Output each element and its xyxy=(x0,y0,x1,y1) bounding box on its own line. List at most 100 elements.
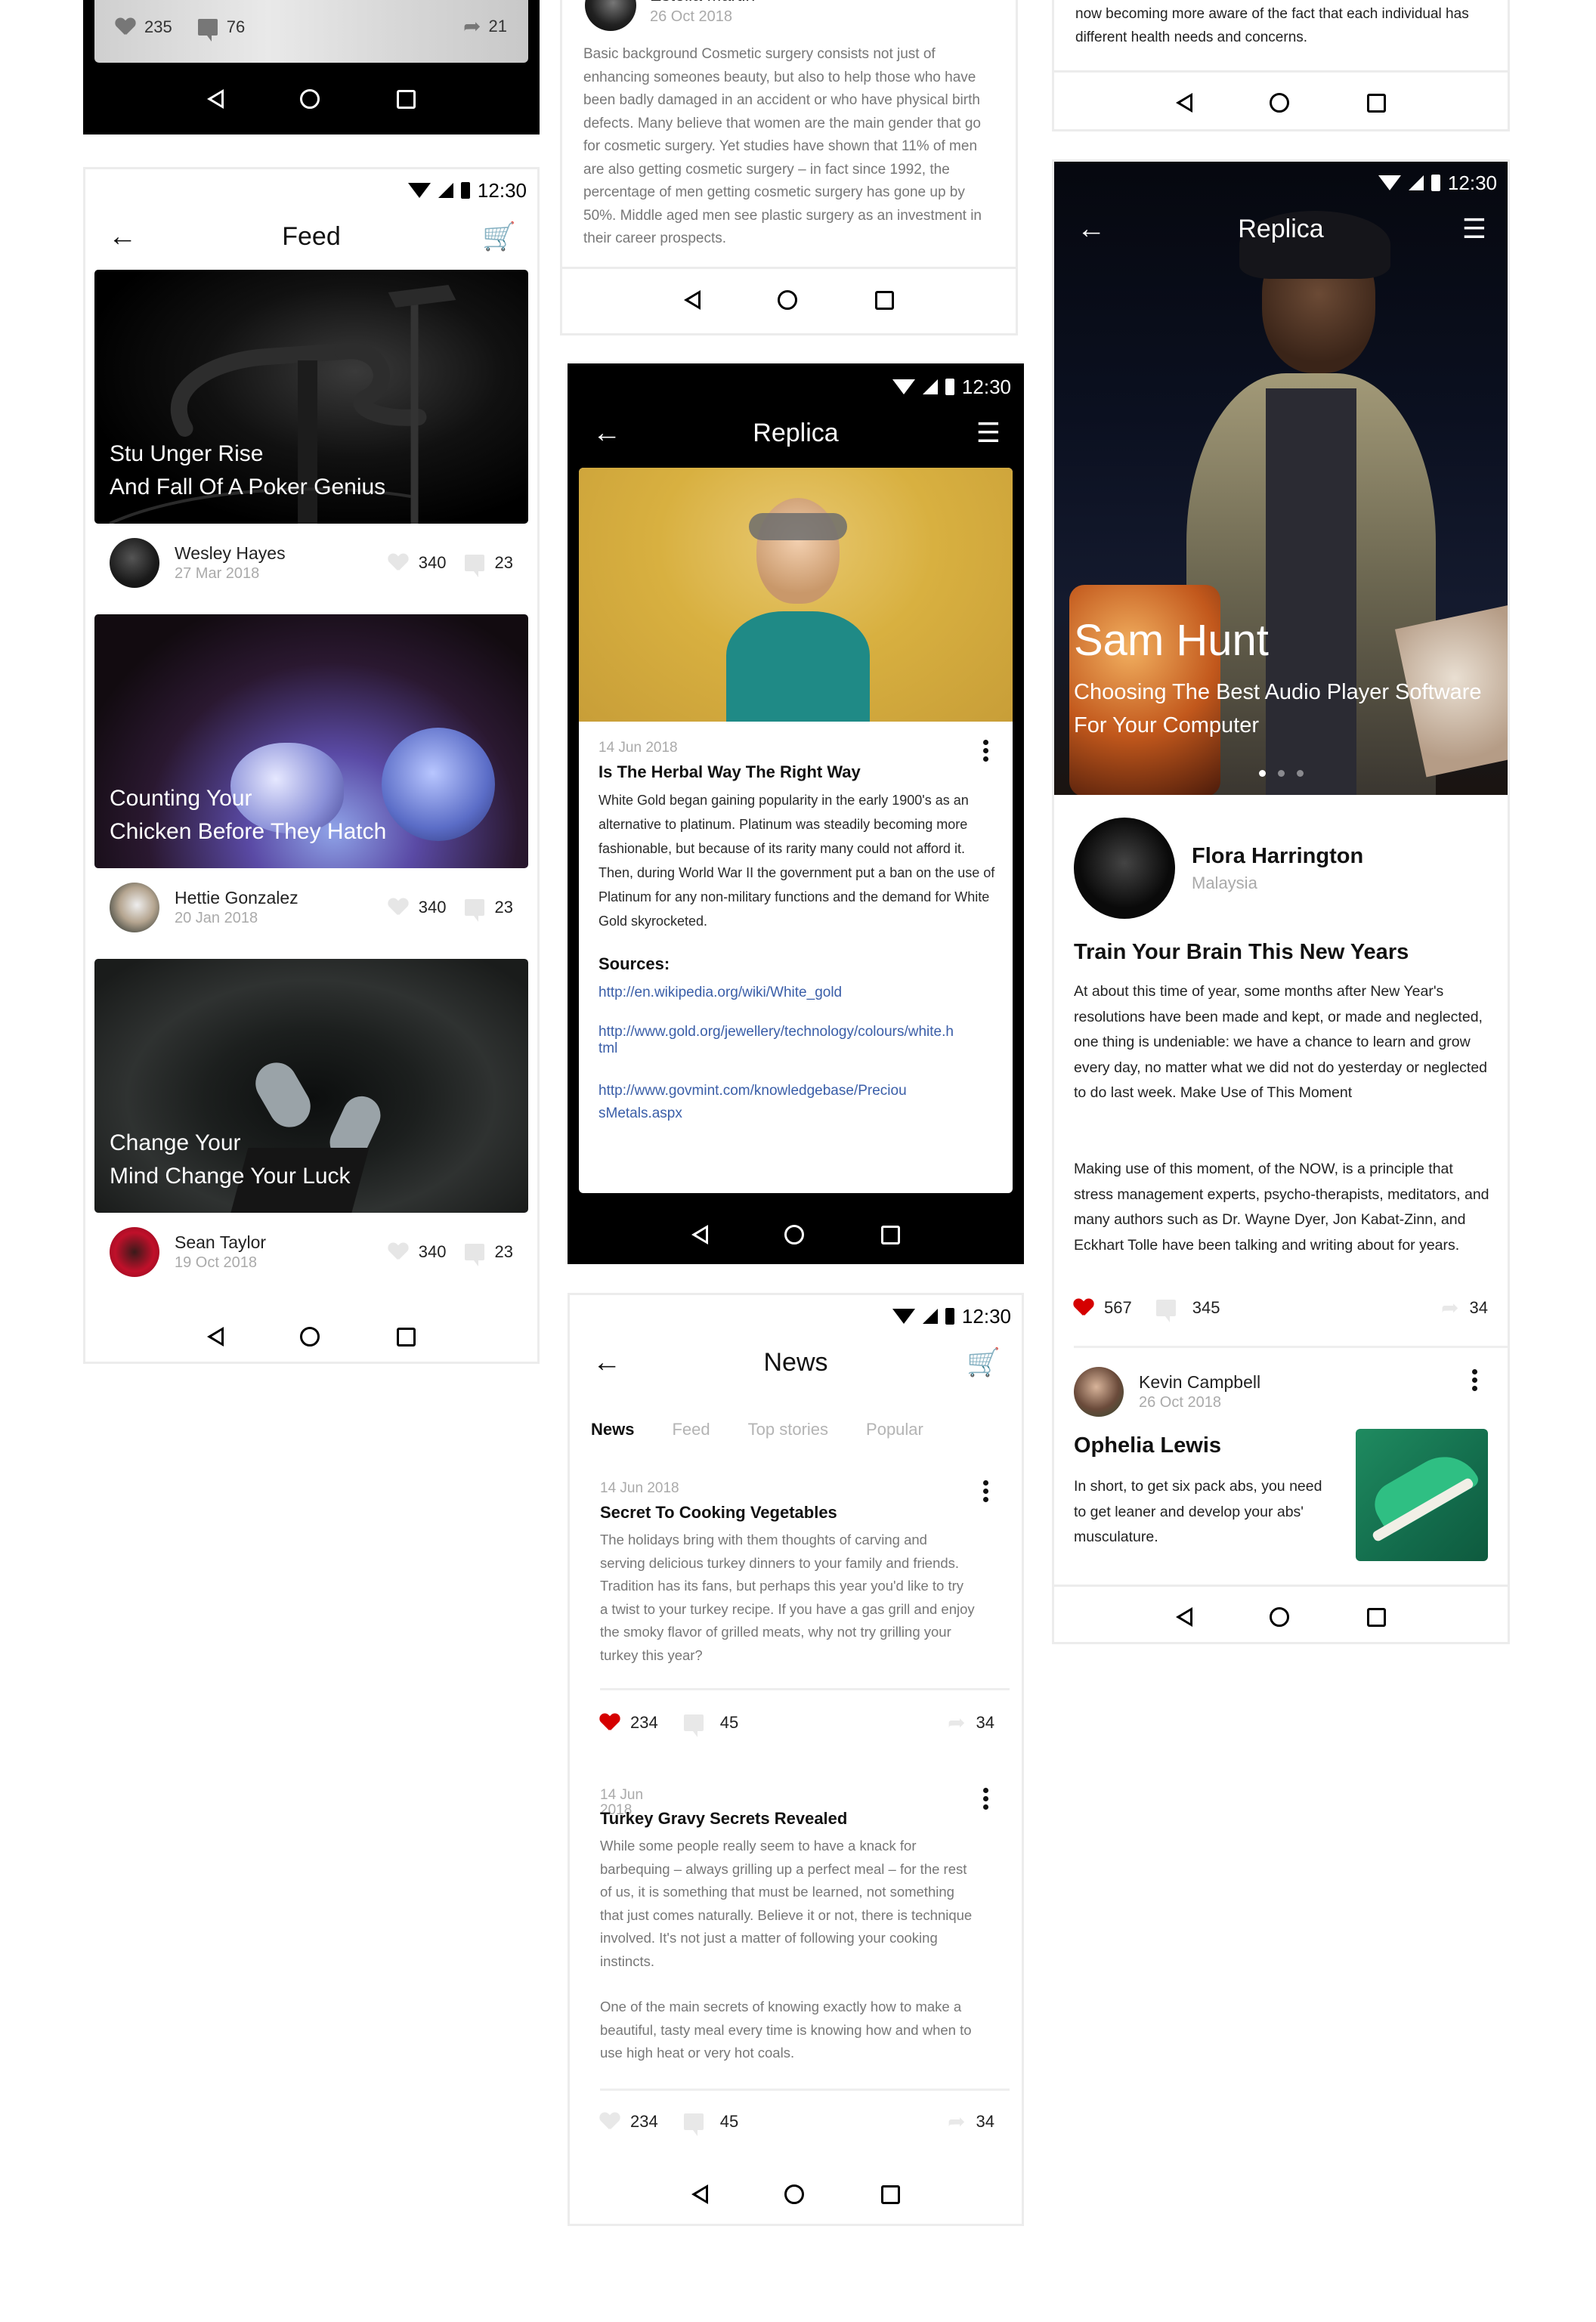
heart-icon[interactable] xyxy=(388,554,408,572)
nav-home-icon[interactable] xyxy=(300,89,320,109)
carousel-pager[interactable] xyxy=(1054,770,1508,777)
author-name[interactable]: Hettie Gonzalez xyxy=(175,888,298,908)
heart-icon[interactable] xyxy=(388,1243,408,1261)
author-name[interactable]: Flora Harrington xyxy=(1192,844,1363,869)
avatar[interactable] xyxy=(110,1227,159,1277)
article-date: 14 Jun 2018 xyxy=(600,1480,679,1496)
share-icon[interactable]: ➦ xyxy=(948,2111,965,2132)
caption-line-1: Counting Your xyxy=(110,786,252,811)
share-icon[interactable]: ➦ xyxy=(463,16,481,37)
tab-top-stories[interactable]: Top stories xyxy=(748,1420,828,1439)
post-headline[interactable]: Ophelia Lewis xyxy=(1074,1433,1221,1458)
phone-replica-profile: 12:30 ← Replica ☰ Sam Hunt Choosing The … xyxy=(1052,159,1510,1644)
post-thumbnail[interactable] xyxy=(1356,1429,1488,1561)
back-arrow-icon[interactable]: ← xyxy=(1077,215,1106,243)
nav-back-icon[interactable] xyxy=(206,89,224,109)
article-headline[interactable]: Secret To Cooking Vegetables xyxy=(600,1503,998,1523)
feed-card-image[interactable]: Change Your Mind Change Your Luck xyxy=(94,959,528,1213)
pager-dot-active[interactable] xyxy=(1258,770,1266,777)
heart-icon[interactable] xyxy=(1074,1299,1093,1317)
avatar[interactable] xyxy=(110,538,159,588)
heart-icon[interactable] xyxy=(388,898,408,917)
tab-news[interactable]: News xyxy=(591,1420,634,1439)
article-body: At about this time of year, some months … xyxy=(1074,983,1488,1101)
back-arrow-icon[interactable]: ← xyxy=(592,419,621,447)
feed-card-image[interactable]: Counting Your Chicken Before They Hatch xyxy=(94,614,528,868)
nav-recent-icon[interactable] xyxy=(1366,93,1386,113)
nav-home-icon[interactable] xyxy=(300,1327,320,1347)
cart-icon[interactable]: 🛒 xyxy=(482,223,516,250)
more-options-icon[interactable] xyxy=(983,1480,988,1502)
nav-recent-icon[interactable] xyxy=(874,290,894,310)
source-link[interactable]: http://en.wikipedia.org/wiki/White_gold xyxy=(598,985,998,1001)
avatar[interactable] xyxy=(1074,818,1175,919)
pager-dot[interactable] xyxy=(1296,770,1304,777)
author-name[interactable]: Estella Martin xyxy=(650,0,755,5)
comment-icon[interactable] xyxy=(197,19,218,42)
like-count: 567 xyxy=(1104,1298,1132,1317)
author-name[interactable]: Sean Taylor xyxy=(175,1232,266,1253)
source-link[interactable]: http://www.gold.org/jewellery/technology… xyxy=(598,1024,954,1057)
back-arrow-icon[interactable]: ← xyxy=(108,222,137,251)
nav-recent-icon[interactable] xyxy=(1366,1607,1386,1627)
share-icon[interactable]: ➦ xyxy=(948,1712,965,1733)
nav-back-icon[interactable] xyxy=(684,290,701,310)
share-count: 34 xyxy=(976,2112,994,2131)
source-link[interactable]: http://www.govmint.com/knowledgebase/Pre… xyxy=(598,1080,908,1125)
comment-icon[interactable] xyxy=(1155,1300,1176,1322)
nav-home-icon[interactable] xyxy=(784,2184,805,2204)
menu-icon[interactable]: ☰ xyxy=(1462,215,1486,243)
wifi-icon xyxy=(892,379,915,394)
nav-home-icon[interactable] xyxy=(1270,93,1290,113)
tab-feed[interactable]: Feed xyxy=(672,1420,710,1439)
share-icon[interactable]: ➦ xyxy=(1441,1297,1458,1319)
more-options-icon[interactable] xyxy=(983,1788,988,1810)
menu-icon[interactable]: ☰ xyxy=(976,419,1001,447)
nav-home-icon[interactable] xyxy=(778,290,798,310)
article-headline[interactable]: Is The Herbal Way The Right Way xyxy=(598,762,998,782)
nav-back-icon[interactable] xyxy=(1176,93,1193,113)
system-nav-bar xyxy=(1054,73,1508,129)
signal-icon xyxy=(1408,175,1424,190)
more-options-icon[interactable] xyxy=(1472,1369,1477,1391)
back-arrow-icon[interactable]: ← xyxy=(592,1348,621,1377)
battery-icon xyxy=(1431,175,1440,191)
avatar[interactable] xyxy=(1074,1367,1124,1417)
hero-subtitle: Choosing The Best Audio Player Software … xyxy=(1074,680,1482,737)
nav-recent-icon[interactable] xyxy=(881,1225,901,1244)
comment-icon[interactable] xyxy=(464,899,484,922)
heart-icon[interactable] xyxy=(116,18,135,36)
heart-icon[interactable] xyxy=(600,1714,620,1732)
tab-popular[interactable]: Popular xyxy=(866,1420,923,1439)
avatar[interactable] xyxy=(585,0,636,31)
comment-icon[interactable] xyxy=(464,1244,484,1266)
pager-dot[interactable] xyxy=(1277,770,1285,777)
feed-card-image[interactable]: Stu Unger Rise And Fall Of A Poker Geniu… xyxy=(94,270,528,524)
nav-recent-icon[interactable] xyxy=(397,89,416,109)
article-stats: 234 45 ➦ 34 xyxy=(600,1712,994,1737)
heart-icon[interactable] xyxy=(600,2113,620,2131)
cart-icon[interactable]: 🛒 xyxy=(967,1349,1001,1376)
nav-back-icon[interactable] xyxy=(1176,1607,1193,1627)
article-headline[interactable]: Turkey Gravy Secrets Revealed xyxy=(600,1809,998,1829)
author-name[interactable]: Kevin Campbell xyxy=(1139,1372,1260,1393)
nav-recent-icon[interactable] xyxy=(881,2184,901,2204)
nav-back-icon[interactable] xyxy=(691,2184,708,2204)
nav-home-icon[interactable] xyxy=(1270,1607,1290,1627)
feed-card-caption: Counting Your Chicken Before They Hatch xyxy=(110,782,386,849)
system-nav-bar xyxy=(562,270,1016,330)
nav-home-icon[interactable] xyxy=(784,1225,805,1244)
more-options-icon[interactable] xyxy=(983,740,988,762)
comment-icon[interactable] xyxy=(683,2113,704,2136)
gallery-card[interactable]: 235 76 ➦ 21 xyxy=(94,0,528,63)
avatar[interactable] xyxy=(110,883,159,932)
comment-icon[interactable] xyxy=(683,1714,704,1737)
author-name[interactable]: Wesley Hayes xyxy=(175,543,286,564)
article-headline[interactable]: Train Your Brain This New Years xyxy=(1074,940,1409,965)
article-hero-image[interactable] xyxy=(579,468,1013,722)
comment-icon[interactable] xyxy=(464,555,484,577)
nav-recent-icon[interactable] xyxy=(397,1327,416,1347)
nav-back-icon[interactable] xyxy=(206,1327,224,1347)
nav-back-icon[interactable] xyxy=(691,1225,708,1244)
article-body-continued: Making use of this moment, of the NOW, i… xyxy=(1074,1161,1489,1254)
